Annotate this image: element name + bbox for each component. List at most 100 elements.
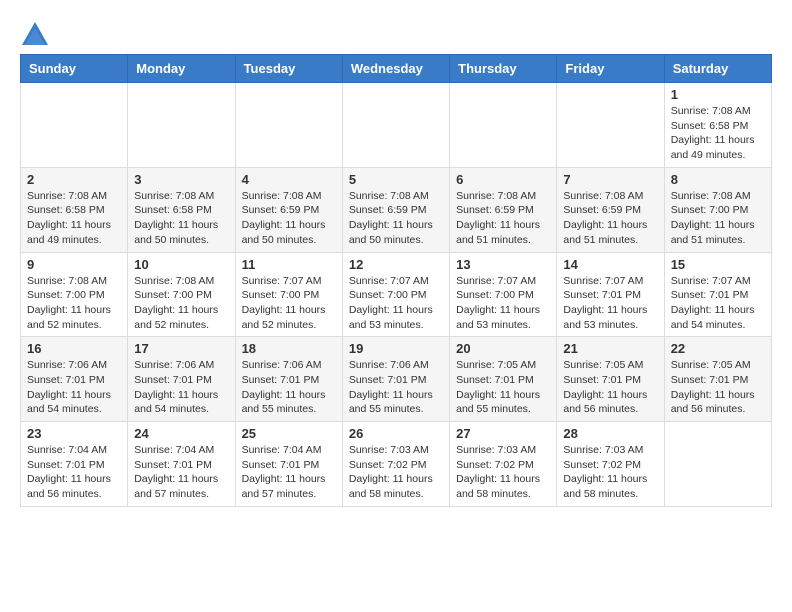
day-info: Sunrise: 7:07 AMSunset: 7:00 PMDaylight:…	[349, 274, 443, 333]
calendar-cell: 13Sunrise: 7:07 AMSunset: 7:00 PMDayligh…	[450, 252, 557, 337]
day-info: Sunrise: 7:08 AMSunset: 6:58 PMDaylight:…	[671, 104, 765, 163]
day-number: 20	[456, 341, 550, 356]
calendar-cell: 15 Sunrise: 7:07 AMSunset: 7:01 PMDayligh…	[664, 252, 771, 337]
day-info: Sunrise: 7:04 AMSunset: 7:01 PMDaylight:…	[134, 443, 228, 502]
calendar-cell	[21, 83, 128, 168]
calendar-cell: 10 Sunrise: 7:08 AMSunset: 7:00 PMDayligh…	[128, 252, 235, 337]
calendar-cell: 12 Sunrise: 7:07 AMSunset: 7:00 PMDayligh…	[342, 252, 449, 337]
calendar-cell: 2 Sunrise: 7:08 AMSunset: 6:58 PMDaylight…	[21, 167, 128, 252]
day-info: Sunrise: 7:03 AMSunset: 7:02 PMDaylight:…	[349, 443, 443, 502]
calendar-cell: 5 Sunrise: 7:08 AMSunset: 6:59 PMDaylight…	[342, 167, 449, 252]
calendar-week-3: 9 Sunrise: 7:08 AMSunset: 7:00 PMDaylight…	[21, 252, 772, 337]
calendar-cell: 18 Sunrise: 7:06 AMSunset: 7:01 PMDayligh…	[235, 337, 342, 422]
day-info: Sunrise: 7:04 AMSunset: 7:01 PMDaylight:…	[27, 443, 121, 502]
day-number: 24	[134, 426, 228, 441]
calendar-cell: 16Sunrise: 7:06 AMSunset: 7:01 PMDayligh…	[21, 337, 128, 422]
day-number: 2	[27, 172, 121, 187]
calendar-cell: 17 Sunrise: 7:06 AMSunset: 7:01 PMDayligh…	[128, 337, 235, 422]
day-number: 10	[134, 257, 228, 272]
calendar-cell: 26 Sunrise: 7:03 AMSunset: 7:02 PMDayligh…	[342, 422, 449, 507]
calendar-cell: 25 Sunrise: 7:04 AMSunset: 7:01 PMDayligh…	[235, 422, 342, 507]
day-info: Sunrise: 7:05 AMSunset: 7:01 PMDaylight:…	[671, 358, 765, 417]
day-info: Sunrise: 7:05 AMSunset: 7:01 PMDaylight:…	[563, 358, 657, 417]
day-number: 8	[671, 172, 765, 187]
calendar-table: SundayMondayTuesdayWednesdayThursdayFrid…	[20, 54, 772, 507]
calendar-cell: 11 Sunrise: 7:07 AMSunset: 7:00 PMDayligh…	[235, 252, 342, 337]
day-info: Sunrise: 7:08 AMSunset: 6:59 PMDaylight:…	[563, 189, 657, 248]
day-header-wednesday: Wednesday	[342, 55, 449, 83]
calendar-week-1: 1 Sunrise: 7:08 AMSunset: 6:58 PMDaylight…	[21, 83, 772, 168]
day-info: Sunrise: 7:06 AMSunset: 7:01 PMDaylight:…	[242, 358, 336, 417]
day-header-monday: Monday	[128, 55, 235, 83]
day-number: 3	[134, 172, 228, 187]
calendar-week-2: 2 Sunrise: 7:08 AMSunset: 6:58 PMDaylight…	[21, 167, 772, 252]
day-info: Sunrise: 7:08 AMSunset: 6:58 PMDaylight:…	[134, 189, 228, 248]
day-info: Sunrise: 7:07 AMSunset: 7:00 PMDaylight:…	[456, 274, 550, 333]
day-number: 21	[563, 341, 657, 356]
calendar-cell: 28 Sunrise: 7:03 AMSunset: 7:02 PMDayligh…	[557, 422, 664, 507]
day-number: 22	[671, 341, 765, 356]
calendar-cell: 27 Sunrise: 7:03 AMSunset: 7:02 PMDayligh…	[450, 422, 557, 507]
day-info: Sunrise: 7:05 AMSunset: 7:01 PMDaylight:…	[456, 358, 550, 417]
day-number: 27	[456, 426, 550, 441]
calendar-cell: 20 Sunrise: 7:05 AMSunset: 7:01 PMDayligh…	[450, 337, 557, 422]
day-info: Sunrise: 7:07 AMSunset: 7:01 PMDaylight:…	[563, 274, 657, 333]
calendar-cell	[557, 83, 664, 168]
day-info: Sunrise: 7:08 AMSunset: 7:00 PMDaylight:…	[671, 189, 765, 248]
calendar-cell: 6Sunrise: 7:08 AMSunset: 6:59 PMDaylight…	[450, 167, 557, 252]
day-info: Sunrise: 7:08 AMSunset: 7:00 PMDaylight:…	[134, 274, 228, 333]
day-number: 19	[349, 341, 443, 356]
calendar-cell: 24 Sunrise: 7:04 AMSunset: 7:01 PMDayligh…	[128, 422, 235, 507]
day-info: Sunrise: 7:03 AMSunset: 7:02 PMDaylight:…	[563, 443, 657, 502]
calendar-cell: 14 Sunrise: 7:07 AMSunset: 7:01 PMDayligh…	[557, 252, 664, 337]
day-header-thursday: Thursday	[450, 55, 557, 83]
calendar-cell	[664, 422, 771, 507]
day-number: 17	[134, 341, 228, 356]
calendar-cell: 8 Sunrise: 7:08 AMSunset: 7:00 PMDaylight…	[664, 167, 771, 252]
calendar-cell: 23 Sunrise: 7:04 AMSunset: 7:01 PMDayligh…	[21, 422, 128, 507]
day-number: 1	[671, 87, 765, 102]
calendar-cell	[342, 83, 449, 168]
day-number: 7	[563, 172, 657, 187]
day-number: 23	[27, 426, 121, 441]
day-number: 18	[242, 341, 336, 356]
day-number: 14	[563, 257, 657, 272]
calendar-cell: 7 Sunrise: 7:08 AMSunset: 6:59 PMDaylight…	[557, 167, 664, 252]
day-number: 15	[671, 257, 765, 272]
day-info: Sunrise: 7:08 AMSunset: 6:59 PMDaylight:…	[349, 189, 443, 248]
day-info: Sunrise: 7:06 AMSunset: 7:01 PMDaylight:…	[134, 358, 228, 417]
calendar-week-5: 23 Sunrise: 7:04 AMSunset: 7:01 PMDayligh…	[21, 422, 772, 507]
day-info: Sunrise: 7:08 AMSunset: 7:00 PMDaylight:…	[27, 274, 121, 333]
calendar-cell: 19 Sunrise: 7:06 AMSunset: 7:01 PMDayligh…	[342, 337, 449, 422]
calendar-cell	[235, 83, 342, 168]
calendar-week-4: 16Sunrise: 7:06 AMSunset: 7:01 PMDayligh…	[21, 337, 772, 422]
day-info: Sunrise: 7:06 AMSunset: 7:01 PMDaylight:…	[349, 358, 443, 417]
logo	[20, 20, 54, 50]
calendar-cell: 22 Sunrise: 7:05 AMSunset: 7:01 PMDayligh…	[664, 337, 771, 422]
day-number: 12	[349, 257, 443, 272]
day-info: Sunrise: 7:08 AMSunset: 6:58 PMDaylight:…	[27, 189, 121, 248]
calendar-cell: 9 Sunrise: 7:08 AMSunset: 7:00 PMDaylight…	[21, 252, 128, 337]
day-number: 25	[242, 426, 336, 441]
day-header-saturday: Saturday	[664, 55, 771, 83]
day-info: Sunrise: 7:07 AMSunset: 7:01 PMDaylight:…	[671, 274, 765, 333]
day-info: Sunrise: 7:03 AMSunset: 7:02 PMDaylight:…	[456, 443, 550, 502]
day-number: 26	[349, 426, 443, 441]
day-info: Sunrise: 7:08 AMSunset: 6:59 PMDaylight:…	[456, 189, 550, 248]
day-number: 9	[27, 257, 121, 272]
day-info: Sunrise: 7:04 AMSunset: 7:01 PMDaylight:…	[242, 443, 336, 502]
day-info: Sunrise: 7:06 AMSunset: 7:01 PMDaylight:…	[27, 358, 121, 417]
calendar-cell: 3 Sunrise: 7:08 AMSunset: 6:58 PMDaylight…	[128, 167, 235, 252]
calendar-cell: 1 Sunrise: 7:08 AMSunset: 6:58 PMDaylight…	[664, 83, 771, 168]
day-number: 5	[349, 172, 443, 187]
calendar-cell: 4Sunrise: 7:08 AMSunset: 6:59 PMDaylight…	[235, 167, 342, 252]
day-info: Sunrise: 7:07 AMSunset: 7:00 PMDaylight:…	[242, 274, 336, 333]
day-info: Sunrise: 7:08 AMSunset: 6:59 PMDaylight:…	[242, 189, 336, 248]
day-number: 11	[242, 257, 336, 272]
calendar-cell	[450, 83, 557, 168]
calendar-cell: 21 Sunrise: 7:05 AMSunset: 7:01 PMDayligh…	[557, 337, 664, 422]
day-number: 28	[563, 426, 657, 441]
day-header-tuesday: Tuesday	[235, 55, 342, 83]
calendar-header-row: SundayMondayTuesdayWednesdayThursdayFrid…	[21, 55, 772, 83]
calendar-cell	[128, 83, 235, 168]
